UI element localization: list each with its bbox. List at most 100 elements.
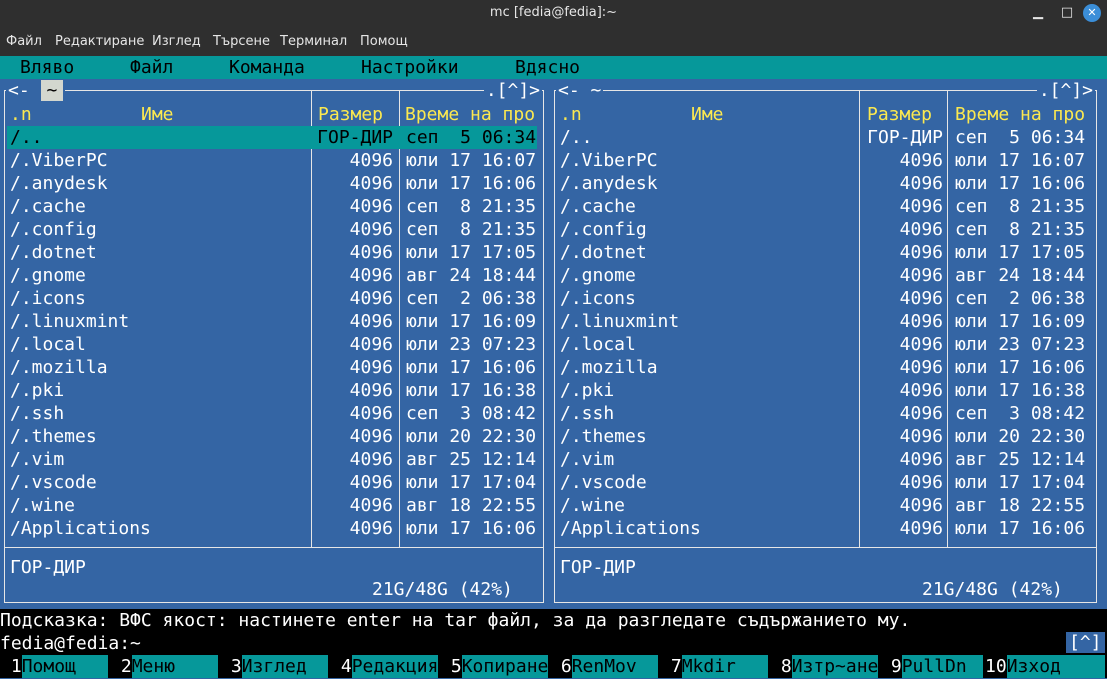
file-mtime: сеп 8 21:35 <box>406 219 537 240</box>
file-row[interactable]: /.wine 4096 авг 18 22:55 <box>7 494 537 517</box>
file-row[interactable]: /.mozilla 4096 юли 17 16:06 <box>557 356 1090 379</box>
file-row[interactable]: /.pki 4096 юли 17 16:38 <box>7 379 537 402</box>
left-corner-arrow[interactable]: <- <box>8 80 30 101</box>
file-row[interactable]: /.local 4096 юли 23 07:23 <box>7 333 537 356</box>
function-key-f10[interactable]: 10Изход <box>985 655 1107 678</box>
menu-view[interactable]: Изглед <box>152 34 201 49</box>
minimize-icon[interactable]: ▁ <box>1029 4 1047 22</box>
file-row[interactable]: /.. ГОР-ДИР сеп 5 06:34 <box>7 126 537 149</box>
left-panel[interactable]: <- ~ .[^]> .n Име Размер Време на про /.… <box>0 79 548 609</box>
file-size: 4096 <box>899 219 943 240</box>
menu-help[interactable]: Помощ <box>360 34 408 49</box>
menu-search[interactable]: Търсене <box>213 34 270 49</box>
sort-indicator[interactable]: .n <box>10 103 32 126</box>
window-titlebar: mc [fedia@fedia]:~ ▁ □ ✕ <box>0 0 1107 26</box>
file-row[interactable]: /.ViberPC 4096 юли 17 16:07 <box>7 149 537 172</box>
file-row[interactable]: /.anydesk 4096 юли 17 16:06 <box>557 172 1090 195</box>
file-mtime: юли 17 16:09 <box>406 311 537 332</box>
file-row[interactable]: /.linuxmint 4096 юли 17 16:09 <box>7 310 537 333</box>
file-row[interactable]: /.linuxmint 4096 юли 17 16:09 <box>557 310 1090 333</box>
right-panel-path[interactable]: ~ <box>591 80 602 101</box>
function-key-f8[interactable]: 8Изтр~ане <box>770 655 880 678</box>
right-panel[interactable]: <- ~ .[^]> .n Име Размер Време на про /.… <box>550 79 1101 609</box>
maximize-icon[interactable]: □ <box>1058 4 1076 22</box>
right-corner-arrow[interactable]: <- <box>558 80 580 101</box>
file-mtime: сеп 3 08:42 <box>406 403 537 424</box>
column-name-header[interactable]: Име <box>141 103 174 126</box>
function-key-f5[interactable]: 5Копиране <box>440 655 550 678</box>
mc-menubar: Вляво Файл Команда Настройки Вдясно <box>0 56 1107 79</box>
file-row[interactable]: /.vim 4096 авг 25 12:14 <box>557 448 1090 471</box>
file-row[interactable]: /.dotnet 4096 юли 17 17:05 <box>7 241 537 264</box>
function-key-f7[interactable]: 7Mkdir <box>660 655 770 678</box>
close-icon[interactable]: ✕ <box>1083 4 1101 22</box>
file-row[interactable]: /.themes 4096 юли 20 22:30 <box>7 425 537 448</box>
function-key-f3[interactable]: 3Изглед <box>220 655 330 678</box>
file-row[interactable]: /.vscode 4096 юли 17 17:04 <box>557 471 1090 494</box>
function-key-f9[interactable]: 9PullDn <box>880 655 985 678</box>
file-size: 4096 <box>899 449 943 470</box>
file-name: /.. <box>560 127 593 148</box>
file-name: /.. <box>10 127 43 148</box>
file-row[interactable]: /.icons 4096 сеп 2 06:38 <box>557 287 1090 310</box>
file-row[interactable]: /.mozilla 4096 юли 17 16:06 <box>7 356 537 379</box>
file-row[interactable]: /.dotnet 4096 юли 17 17:05 <box>557 241 1090 264</box>
file-row[interactable]: /.gnome 4096 авг 24 18:44 <box>557 264 1090 287</box>
column-size-header[interactable]: Размер <box>318 103 383 126</box>
menu-edit[interactable]: Редактиране <box>55 34 144 49</box>
file-row[interactable]: /.config 4096 сеп 8 21:35 <box>557 218 1090 241</box>
mc-menu-file[interactable]: Файл <box>130 56 173 79</box>
column-size-header[interactable]: Размер <box>867 103 932 126</box>
file-row[interactable]: /.ViberPC 4096 юли 17 16:07 <box>557 149 1090 172</box>
right-history-button[interactable]: .[^]> <box>1036 79 1095 102</box>
file-size: ГОР-ДИР <box>317 127 393 148</box>
file-row[interactable]: /.config 4096 сеп 8 21:35 <box>7 218 537 241</box>
left-panel-path[interactable]: ~ <box>40 80 64 101</box>
menu-file[interactable]: Файл <box>6 34 42 49</box>
file-row[interactable]: /.pki 4096 юли 17 16:38 <box>557 379 1090 402</box>
command-history-button[interactable]: [^] <box>1066 632 1105 653</box>
function-key-number: 10 <box>985 656 1007 677</box>
function-key-number: 4 <box>330 656 352 677</box>
file-row[interactable]: /.cache 4096 сеп 8 21:35 <box>7 195 537 218</box>
file-row[interactable]: /Applications 4096 юли 17 16:06 <box>7 517 537 540</box>
mc-menu-command[interactable]: Команда <box>229 56 305 79</box>
file-row[interactable]: /.vim 4096 авг 25 12:14 <box>7 448 537 471</box>
window-title: mc [fedia@fedia]:~ <box>489 5 618 20</box>
function-key-f1[interactable]: 1Помощ <box>0 655 110 678</box>
file-row[interactable]: /Applications 4096 юли 17 16:06 <box>557 517 1090 540</box>
function-key-f2[interactable]: 2Меню <box>110 655 220 678</box>
file-name: /.linuxmint <box>560 311 680 332</box>
file-row[interactable]: /.themes 4096 юли 20 22:30 <box>557 425 1090 448</box>
file-row[interactable]: /.vscode 4096 юли 17 17:04 <box>7 471 537 494</box>
file-row[interactable]: /.wine 4096 авг 18 22:55 <box>557 494 1090 517</box>
mc-menu-left[interactable]: Вляво <box>20 56 74 79</box>
function-key-f4[interactable]: 4Редакция <box>330 655 440 678</box>
file-size: 4096 <box>349 219 393 240</box>
column-name-header[interactable]: Име <box>691 103 724 126</box>
left-history-button[interactable]: .[^]> <box>483 79 542 102</box>
column-time-header[interactable]: Време на про <box>955 103 1092 126</box>
column-time-header[interactable]: Време на про <box>405 103 542 126</box>
file-mtime: юли 17 16:07 <box>406 150 537 171</box>
file-row[interactable]: /.anydesk 4096 юли 17 16:06 <box>7 172 537 195</box>
function-key-label: PullDn <box>901 655 983 678</box>
function-key-f6[interactable]: 6RenMov <box>550 655 660 678</box>
file-size: 4096 <box>899 173 943 194</box>
file-row[interactable]: /.. ГОР-ДИР сеп 5 06:34 <box>557 126 1090 149</box>
command-prompt[interactable]: fedia@fedia:~ <box>0 632 1107 655</box>
menu-terminal[interactable]: Терминал <box>280 34 347 49</box>
mc-menu-right[interactable]: Вдясно <box>515 56 580 79</box>
file-row[interactable]: /.ssh 4096 сеп 3 08:42 <box>557 402 1090 425</box>
file-row[interactable]: /.cache 4096 сеп 8 21:35 <box>557 195 1090 218</box>
sort-indicator[interactable]: .n <box>560 103 582 126</box>
file-mtime: юли 17 16:38 <box>406 380 537 401</box>
file-row[interactable]: /.gnome 4096 авг 24 18:44 <box>7 264 537 287</box>
file-row[interactable]: /.ssh 4096 сеп 3 08:42 <box>7 402 537 425</box>
file-size: ГОР-ДИР <box>867 127 943 148</box>
mc-menu-options[interactable]: Настройки <box>361 56 459 79</box>
file-name: /.ViberPC <box>560 150 658 171</box>
file-row[interactable]: /.local 4096 юли 23 07:23 <box>557 333 1090 356</box>
file-row[interactable]: /.icons 4096 сеп 2 06:38 <box>7 287 537 310</box>
right-mini-status: ГОР-ДИР <box>560 557 636 578</box>
